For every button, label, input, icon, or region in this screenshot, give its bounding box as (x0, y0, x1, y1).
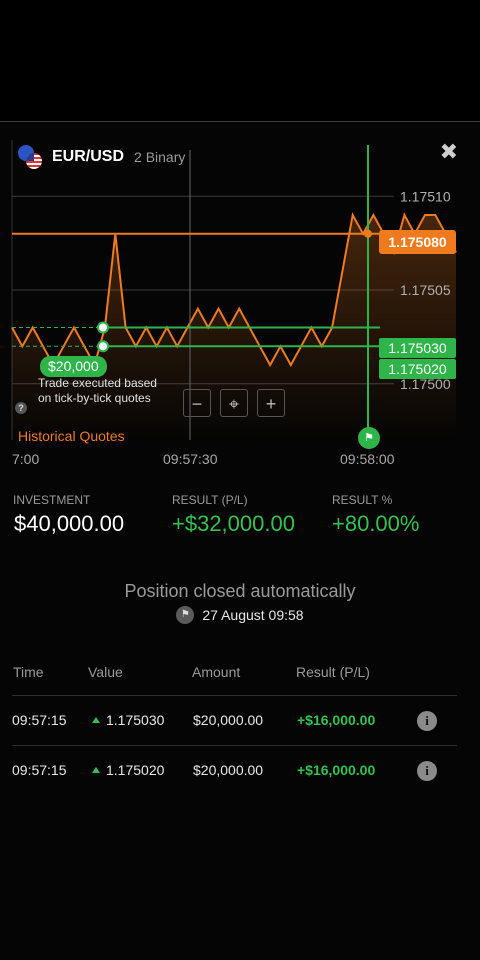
finish-flag-icon: ⚑ (358, 427, 380, 449)
closed-message: Position closed automatically (124, 581, 356, 601)
table-row: 09:57:15 1.175030 $20,000.00 +$16,000.00… (12, 695, 457, 745)
row-result: +$16,000.00 (297, 712, 376, 728)
info-icon[interactable]: i (417, 711, 437, 731)
x-tick-2: 09:57:30 (163, 451, 218, 467)
table-row: 09:57:15 1.175020 $20,000.00 +$16,000.00… (12, 745, 457, 795)
col-value: Value (88, 664, 123, 680)
row-time: 09:57:15 (12, 762, 67, 778)
strike-label-2: 1.175020 (379, 359, 456, 379)
pl-label: RESULT (P/L) (172, 493, 248, 507)
row-value: 1.175020 (92, 762, 164, 778)
help-icon[interactable]: ? (15, 402, 27, 414)
row-result: +$16,000.00 (297, 762, 376, 778)
y-tick-label: 1.17510 (400, 188, 451, 204)
closed-date: 27 August 09:58 (202, 607, 304, 623)
flag-icon: ⚑ (176, 606, 195, 624)
zoom-out-button[interactable]: − (183, 389, 211, 417)
closed-date-row: ⚑ 27 August 09:58 (0, 606, 480, 624)
x-tick-3: 09:58:00 (340, 451, 395, 467)
investment-value: $40,000.00 (14, 511, 125, 536)
pct-value: +80.00% (332, 511, 420, 536)
col-result: Result (P/L) (296, 664, 370, 680)
row-time: 09:57:15 (12, 712, 67, 728)
y-tick-label: 1.17505 (400, 282, 451, 298)
trade-executed-note: Trade executed based on tick-by-tick quo… (38, 376, 157, 405)
trade-entry-marker[interactable] (97, 340, 109, 353)
row-amount: $20,000.00 (193, 762, 264, 778)
position-amount-bubble[interactable]: $20,000 (40, 356, 107, 377)
strike-label-1: 1.175030 (379, 338, 456, 358)
up-arrow-icon (92, 717, 100, 723)
historical-quotes-link[interactable]: Historical Quotes (18, 428, 125, 444)
x-tick-1: 7:00 (12, 451, 40, 467)
center-crosshair-button[interactable]: ⌖ (220, 389, 248, 417)
current-price-dot (364, 229, 372, 238)
pct-label: RESULT % (332, 493, 393, 507)
up-arrow-icon (92, 767, 100, 773)
row-amount: $20,000.00 (193, 712, 264, 728)
col-time: Time (13, 664, 44, 680)
col-amount: Amount (192, 664, 241, 680)
pl-value: +$32,000.00 (172, 511, 295, 536)
investment-label: INVESTMENT (13, 493, 91, 507)
row-value: 1.175030 (92, 712, 164, 728)
zoom-in-button[interactable]: + (257, 389, 285, 417)
current-price-label: 1.175080 (379, 230, 456, 254)
trade-entry-marker[interactable] (97, 321, 109, 334)
info-icon[interactable]: i (417, 761, 437, 781)
